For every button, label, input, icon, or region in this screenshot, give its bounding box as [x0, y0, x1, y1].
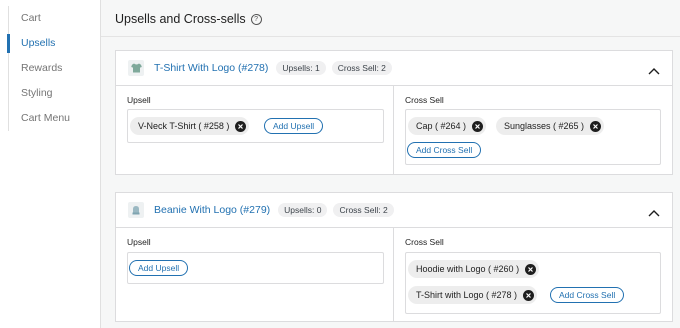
cross-sell-label: Cross Sell [405, 95, 444, 105]
remove-icon[interactable] [523, 289, 535, 301]
upsell-column: Upsell V-Neck T-Shirt ( #258 ) Add Upsel… [116, 86, 394, 174]
sidebar-item-cart[interactable]: Cart [9, 6, 101, 31]
page-header: Upsells and Cross-sells ? [115, 12, 262, 26]
cross-sell-chip-label: Sunglasses ( #265 ) [504, 121, 585, 131]
sidebar-item-rewards[interactable]: Rewards [9, 56, 101, 81]
cross-sell-chip: Sunglasses ( #265 ) [496, 117, 605, 135]
cross-sell-list-box: Cap ( #264 ) Sunglasses ( #265 ) Add Cro… [405, 109, 661, 165]
upsell-chip-label: V-Neck T-Shirt ( #258 ) [138, 121, 230, 131]
cross-sell-column: Cross Sell Cap ( #264 ) Sunglasses ( #26… [394, 86, 672, 174]
upsells-count-badge: Upsells: 0 [278, 203, 328, 217]
remove-icon[interactable] [525, 263, 537, 275]
header-divider [101, 36, 680, 37]
remove-icon[interactable] [472, 120, 484, 132]
sidebar-item-styling[interactable]: Styling [9, 81, 101, 106]
remove-icon[interactable] [590, 120, 602, 132]
page-title: Upsells and Cross-sells [115, 12, 246, 26]
add-upsell-button[interactable]: Add Upsell [264, 118, 324, 134]
upsell-label: Upsell [127, 237, 151, 247]
main-content: Upsells and Cross-sells ? T-Shirt With L… [101, 0, 680, 328]
cross-sell-list-box: Hoodie with Logo ( #260 ) T-Shirt with L… [405, 252, 661, 314]
sidebar-item-upsells[interactable]: Upsells [7, 31, 101, 56]
upsell-list-box: Add Upsell [127, 252, 384, 284]
chevron-up-icon[interactable] [648, 62, 660, 75]
sidebar-item-cart-menu[interactable]: Cart Menu [9, 106, 101, 131]
product-card-header: Beanie With Logo (#279) Upsells: 0 Cross… [116, 193, 672, 228]
cross-sell-label: Cross Sell [405, 237, 444, 247]
product-title-link[interactable]: T-Shirt With Logo (#278) [154, 62, 268, 74]
remove-icon[interactable] [235, 120, 247, 132]
sidebar-nav: Cart Upsells Rewards Styling Cart Menu [7, 6, 101, 131]
product-card-body: Upsell Add Upsell Cross Sell Hoodie with… [116, 228, 672, 321]
add-cross-sell-button[interactable]: Add Cross Sell [550, 287, 625, 303]
cross-sell-chip: Hoodie with Logo ( #260 ) [408, 260, 540, 278]
app-window: Cart Upsells Rewards Styling Cart Menu U… [0, 0, 680, 328]
tshirt-thumbnail-icon [128, 60, 144, 76]
cross-sell-chip-label: Cap ( #264 ) [416, 121, 467, 131]
cross-sell-chip: Cap ( #264 ) [408, 117, 487, 135]
product-card: Beanie With Logo (#279) Upsells: 0 Cross… [115, 192, 673, 322]
upsell-column: Upsell Add Upsell [116, 228, 394, 321]
add-upsell-button[interactable]: Add Upsell [129, 260, 189, 276]
cross-sell-column: Cross Sell Hoodie with Logo ( #260 ) T-S… [394, 228, 672, 321]
upsell-chip: V-Neck T-Shirt ( #258 ) [130, 117, 250, 135]
chevron-up-icon[interactable] [648, 204, 660, 217]
add-cross-sell-button[interactable]: Add Cross Sell [407, 142, 482, 158]
help-icon[interactable]: ? [250, 13, 262, 25]
product-card-body: Upsell V-Neck T-Shirt ( #258 ) Add Upsel… [116, 86, 672, 174]
cross-sell-count-badge: Cross Sell: 2 [331, 61, 392, 75]
sidebar: Cart Upsells Rewards Styling Cart Menu [0, 0, 101, 328]
cross-sell-chip-label: T-Shirt with Logo ( #278 ) [416, 290, 518, 300]
product-card-header: T-Shirt With Logo (#278) Upsells: 1 Cros… [116, 51, 672, 86]
cross-sell-count-badge: Cross Sell: 2 [333, 203, 394, 217]
upsell-list-box: V-Neck T-Shirt ( #258 ) Add Upsell [127, 109, 384, 143]
cross-sell-chip-label: Hoodie with Logo ( #260 ) [416, 264, 520, 274]
product-title-link[interactable]: Beanie With Logo (#279) [154, 204, 270, 216]
upsells-count-badge: Upsells: 1 [276, 61, 326, 75]
product-card: T-Shirt With Logo (#278) Upsells: 1 Cros… [115, 50, 673, 175]
beanie-thumbnail-icon [128, 202, 144, 218]
cross-sell-chip: T-Shirt with Logo ( #278 ) [408, 286, 538, 304]
upsell-label: Upsell [127, 95, 151, 105]
